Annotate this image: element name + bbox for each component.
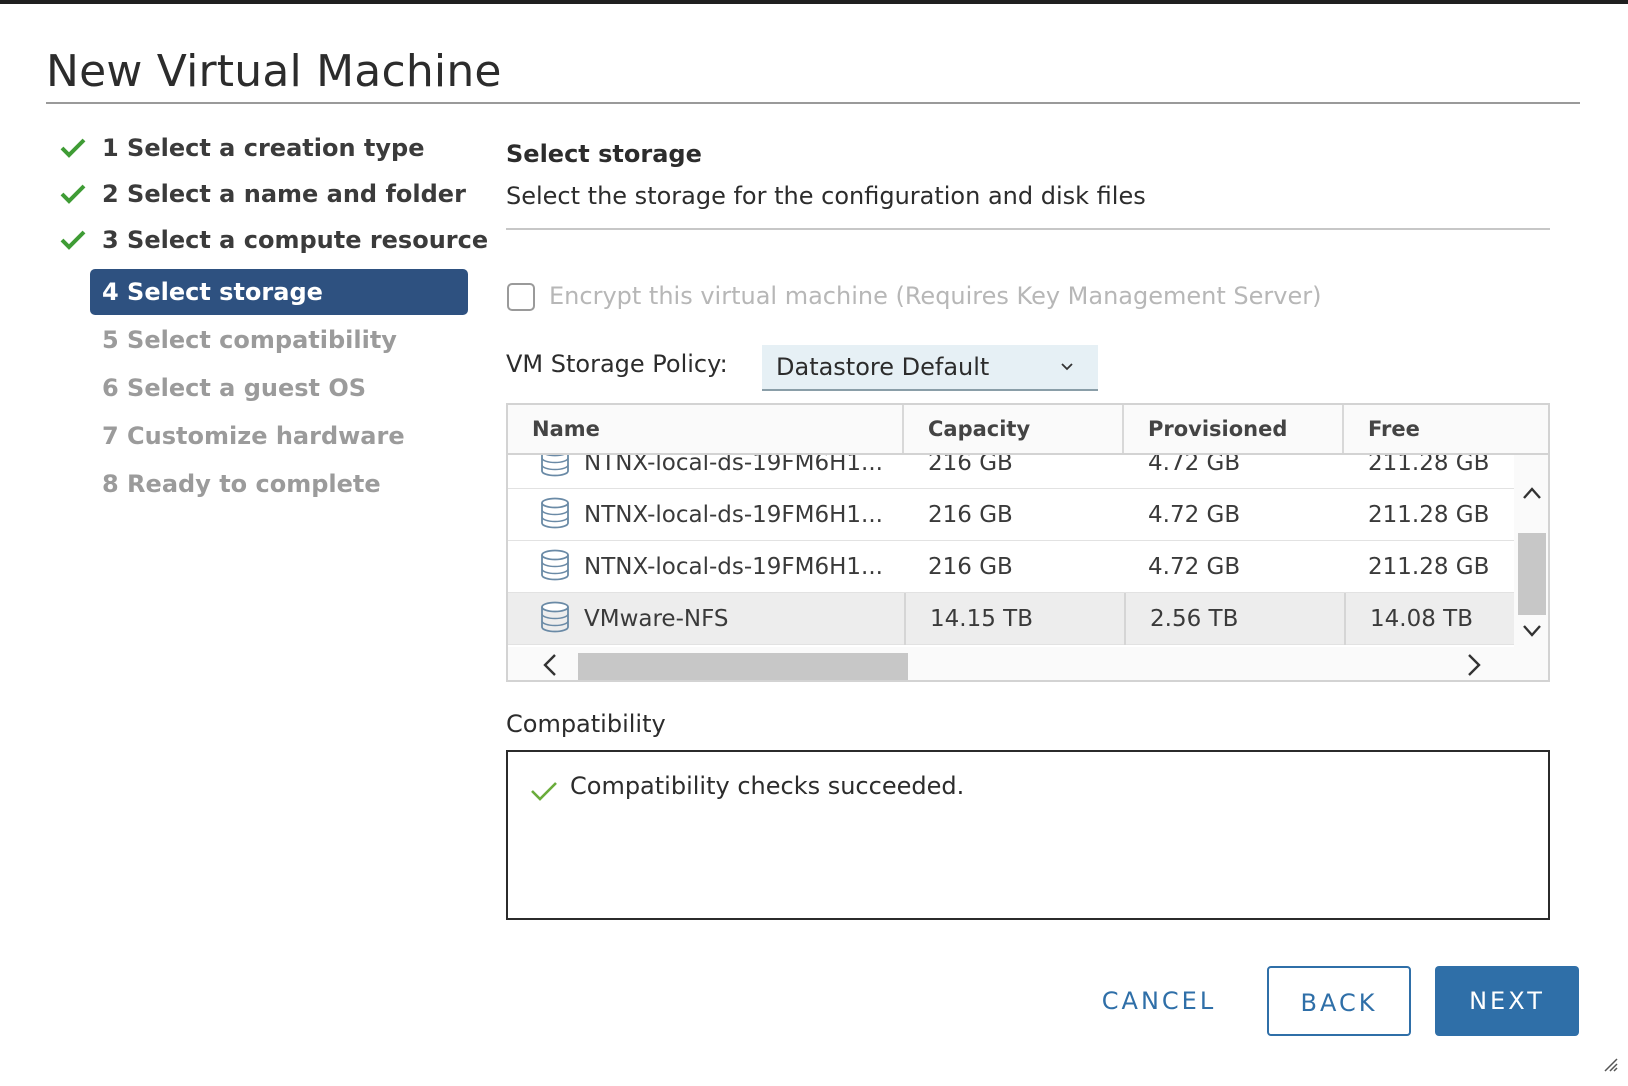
scroll-right-icon[interactable] <box>1466 653 1482 680</box>
chevron-down-icon <box>1060 359 1074 378</box>
grid-header: Name Capacity Provisioned Free <box>508 405 1548 455</box>
next-button[interactable]: NEXT <box>1435 966 1579 1036</box>
vertical-scroll-thumb[interactable] <box>1518 533 1546 615</box>
datastore-provisioned: 4.72 GB <box>1148 554 1241 580</box>
scroll-down-icon[interactable] <box>1522 623 1542 642</box>
scroll-left-icon[interactable] <box>542 653 558 680</box>
datastore-capacity: 216 GB <box>928 502 1013 528</box>
datastore-name: NTNX-local-ds-19FM6H1... <box>584 455 883 476</box>
grid-body: NTNX-local-ds-19FM6H1... 216 GB 4.72 GB … <box>508 455 1514 647</box>
datastore-name: NTNX-local-ds-19FM6H1... <box>584 502 883 528</box>
datastore-provisioned: 4.72 GB <box>1148 502 1241 528</box>
step-done-check-icon <box>60 125 88 171</box>
storage-policy-value: Datastore Default <box>776 353 990 381</box>
datastore-capacity: 216 GB <box>928 455 1013 476</box>
table-row[interactable]: NTNX-local-ds-19FM6H1... 216 GB 4.72 GB … <box>508 455 1514 489</box>
datastore-free: 211.28 GB <box>1368 455 1490 476</box>
table-row[interactable]: NTNX-local-ds-19FM6H1... 216 GB 4.72 GB … <box>508 541 1514 593</box>
cancel-button[interactable]: CANCEL <box>1090 966 1228 1036</box>
storage-policy-label: VM Storage Policy: <box>506 350 728 378</box>
back-button[interactable]: BACK <box>1267 966 1411 1036</box>
step-select-storage[interactable]: 4 Select storage <box>90 269 468 315</box>
encrypt-checkbox-label: Encrypt this virtual machine (Requires K… <box>549 282 1322 310</box>
section-divider <box>506 228 1550 230</box>
step-guest-os: 6 Select a guest OS <box>102 374 367 402</box>
table-row[interactable]: NTNX-local-ds-19FM6H1... 216 GB 4.72 GB … <box>508 489 1514 541</box>
step-compatibility: 5 Select compatibility <box>102 326 397 354</box>
section-title: Select storage <box>506 140 702 168</box>
datastore-name: VMware-NFS <box>584 606 729 632</box>
success-check-icon <box>530 780 558 806</box>
table-row-selected[interactable]: VMware-NFS 14.15 TB 2.56 TB 14.08 TB <box>508 593 1514 645</box>
vertical-scrollbar[interactable] <box>1514 455 1548 680</box>
section-description: Select the storage for the configuration… <box>506 182 1146 210</box>
datastore-capacity: 216 GB <box>928 554 1013 580</box>
step-compute-resource[interactable]: 3 Select a compute resource <box>90 217 488 263</box>
step-customize-hardware: 7 Customize hardware <box>102 422 405 450</box>
compatibility-panel: Compatibility checks succeeded. <box>506 750 1550 920</box>
column-header-capacity[interactable]: Capacity <box>904 405 1124 453</box>
column-header-name[interactable]: Name <box>508 405 904 453</box>
step-creation-type[interactable]: 1 Select a creation type <box>90 125 468 171</box>
horizontal-scrollbar[interactable] <box>508 647 1514 680</box>
scroll-up-icon[interactable] <box>1522 485 1542 504</box>
compatibility-message: Compatibility checks succeeded. <box>570 772 965 800</box>
datastore-free: 211.28 GB <box>1368 502 1490 528</box>
horizontal-scroll-thumb[interactable] <box>578 653 908 680</box>
resize-grip-icon[interactable] <box>1602 1056 1618 1076</box>
datastore-free: 14.08 TB <box>1370 606 1473 632</box>
datastore-grid: Name Capacity Provisioned Free NTNX-loca… <box>506 403 1550 682</box>
window-top-border <box>0 0 1628 4</box>
datastore-provisioned: 4.72 GB <box>1148 455 1241 476</box>
datastore-capacity: 14.15 TB <box>906 593 1126 645</box>
column-header-provisioned[interactable]: Provisioned <box>1124 405 1344 453</box>
dialog-title: New Virtual Machine <box>46 46 502 97</box>
encrypt-checkbox[interactable] <box>507 283 535 311</box>
datastore-name: NTNX-local-ds-19FM6H1... <box>584 554 883 580</box>
step-ready-to-complete: 8 Ready to complete <box>102 470 381 498</box>
column-header-free[interactable]: Free <box>1344 405 1548 453</box>
step-done-check-icon <box>60 217 88 263</box>
storage-policy-select[interactable]: Datastore Default <box>762 345 1098 391</box>
title-divider <box>46 102 1580 104</box>
datastore-provisioned: 2.56 TB <box>1126 593 1346 645</box>
step-done-check-icon <box>60 171 88 217</box>
compatibility-label: Compatibility <box>506 710 666 738</box>
step-name-folder[interactable]: 2 Select a name and folder <box>90 171 468 217</box>
datastore-free: 211.28 GB <box>1368 554 1490 580</box>
